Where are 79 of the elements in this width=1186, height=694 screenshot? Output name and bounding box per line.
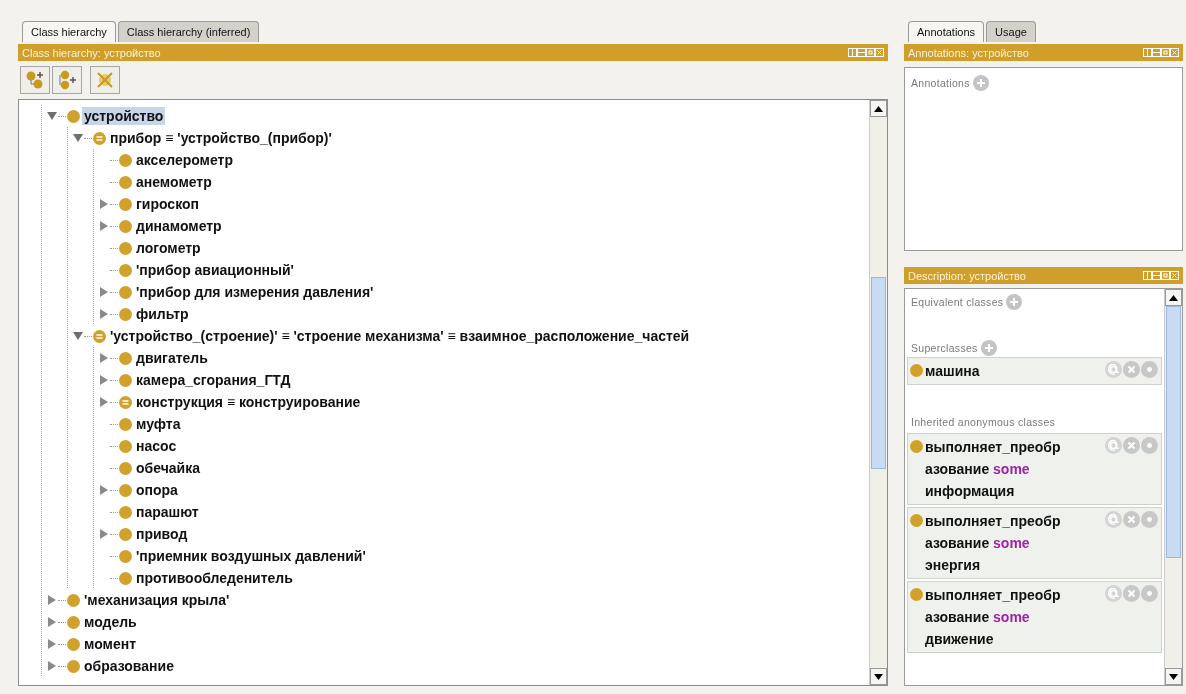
view-buttons-icon[interactable] <box>1143 270 1179 281</box>
tab[interactable]: Class hierarchy (inferred) <box>117 21 260 42</box>
tree-item[interactable]: образование <box>82 657 176 675</box>
tree-item[interactable]: фильтр <box>134 305 191 323</box>
expand-arrow-icon[interactable] <box>100 199 108 209</box>
view-buttons-icon[interactable] <box>1143 47 1179 58</box>
scrollbar[interactable] <box>869 100 887 685</box>
add-subclass-icon <box>25 70 45 90</box>
add-sibling-icon <box>57 70 77 90</box>
expand-arrow-icon[interactable] <box>100 485 108 495</box>
add-icon[interactable] <box>980 340 997 356</box>
scrollbar[interactable] <box>1164 289 1182 685</box>
tree-item[interactable]: прибор ≡ 'устройство_(прибор)' <box>108 129 334 147</box>
expand-arrow-icon[interactable] <box>100 353 108 363</box>
tree-item[interactable]: модель <box>82 613 139 631</box>
tree-item[interactable]: 'приемник воздушных давлений' <box>134 547 368 565</box>
tab[interactable]: Class hierarchy <box>22 21 116 42</box>
collapse-arrow-icon[interactable] <box>47 112 57 120</box>
tree-item[interactable]: динамометр <box>134 217 224 235</box>
scroll-up-icon[interactable] <box>874 105 883 112</box>
scroll-down-icon[interactable] <box>1169 673 1178 680</box>
class-icon <box>910 440 923 453</box>
expand-arrow-icon[interactable] <box>100 375 108 385</box>
tree-item[interactable]: насос <box>134 437 179 455</box>
add-icon[interactable] <box>972 75 989 91</box>
expand-arrow-icon[interactable] <box>100 287 108 297</box>
add-sibling-button[interactable] <box>52 66 82 94</box>
tree-item[interactable]: момент <box>82 635 138 653</box>
tab[interactable]: Usage <box>986 21 1036 42</box>
expand-arrow-icon[interactable] <box>48 595 56 605</box>
delete-class-button[interactable] <box>90 66 120 94</box>
tree-item[interactable]: муфта <box>134 415 183 433</box>
tree-item[interactable]: камера_сгорания_ГТД <box>134 371 293 389</box>
expand-arrow-icon[interactable] <box>100 221 108 231</box>
expand-arrow-icon[interactable] <box>100 397 108 407</box>
class-expression: выполняет_преобразование some движение <box>925 586 1062 649</box>
tree-item[interactable]: логометр <box>134 239 203 257</box>
expand-arrow-icon[interactable] <box>100 309 108 319</box>
tree-item[interactable]: 'механизация крыла' <box>82 591 232 609</box>
expand-arrow-icon[interactable] <box>48 617 56 627</box>
class-expression: выполняет_преобразование some энергия <box>925 512 1062 575</box>
view-buttons-icon[interactable] <box>848 47 884 58</box>
class-icon <box>910 588 923 601</box>
tree-item[interactable]: устройство <box>82 107 166 125</box>
tree-item[interactable]: обечайка <box>134 459 202 477</box>
tree-item[interactable]: двигатель <box>134 349 210 367</box>
crossed-circle-icon <box>95 70 115 90</box>
tree-item[interactable]: 'устройство_(строение)' ≡ 'строение механизма' ≡ взаимное_расположение_частей <box>108 327 692 345</box>
class-icon <box>910 364 923 377</box>
tree-item[interactable]: 'прибор авиационный' <box>134 261 296 279</box>
collapse-arrow-icon[interactable] <box>73 332 83 340</box>
view-title: Description: устройство <box>908 269 1026 282</box>
class-expression: выполняет_преобразование some информация <box>925 438 1062 501</box>
expand-arrow-icon[interactable] <box>48 639 56 649</box>
tree-item[interactable]: анемометр <box>134 173 214 191</box>
class-name: машина <box>925 362 981 381</box>
tree-item[interactable]: парашют <box>134 503 201 521</box>
view-title: Class hierarchy: устройство <box>22 46 161 59</box>
tab[interactable]: Annotations <box>908 21 985 42</box>
view-title: Annotations: устройство <box>908 46 1029 59</box>
tree-item[interactable]: опора <box>134 481 180 499</box>
scroll-up-icon[interactable] <box>1169 294 1178 301</box>
section-label: Annotations <box>911 77 970 89</box>
section-label: Equivalent classes <box>911 296 1004 308</box>
scroll-down-icon[interactable] <box>874 673 883 680</box>
collapse-arrow-icon[interactable] <box>73 134 83 142</box>
tree-item[interactable]: гироскоп <box>134 195 201 213</box>
expand-arrow-icon[interactable] <box>48 661 56 671</box>
section-label: Superclasses <box>911 342 978 354</box>
tree-item[interactable]: акселерометр <box>134 151 235 169</box>
tree-item[interactable]: конструкция ≡ конструирование <box>134 393 363 411</box>
class-icon <box>910 514 923 527</box>
tree-item[interactable]: 'прибор для измерения давления' <box>134 283 376 301</box>
tree-item[interactable]: противообледенитель <box>134 569 295 587</box>
expand-arrow-icon[interactable] <box>100 529 108 539</box>
add-icon[interactable] <box>1006 294 1023 310</box>
add-subclass-button[interactable] <box>20 66 50 94</box>
section-label: Inherited anonymous classes <box>911 416 1056 428</box>
tree-item[interactable]: привод <box>134 525 190 543</box>
